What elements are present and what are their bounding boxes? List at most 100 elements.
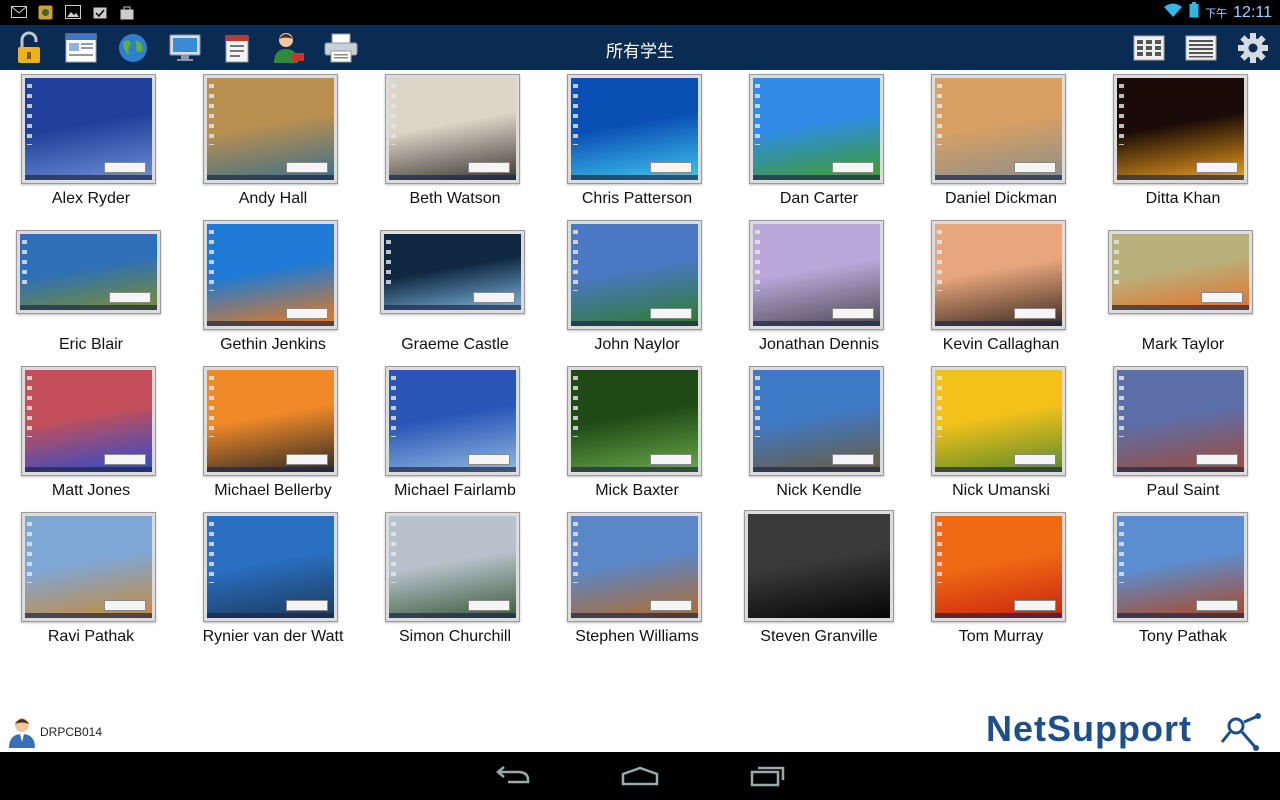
student-tile[interactable]: Alex Ryder [0, 72, 182, 218]
student-tile[interactable]: Beth Watson [364, 72, 546, 218]
student-screen-thumbnail[interactable] [203, 220, 338, 330]
student-screen-thumbnail[interactable] [1108, 230, 1253, 314]
student-tile[interactable]: Eric Blair [0, 218, 182, 364]
battery-icon [1189, 2, 1199, 23]
student-screen-thumbnail[interactable] [931, 366, 1066, 476]
student-tile[interactable]: Rynier van der Watt [182, 510, 364, 656]
student-tile[interactable]: Mick Baxter [546, 364, 728, 510]
student-screen-thumbnail[interactable] [21, 366, 156, 476]
student-tile[interactable]: Ravi Pathak [0, 510, 182, 656]
student-screen-thumbnail[interactable] [16, 230, 161, 314]
user-avatar-icon [9, 718, 35, 748]
print-button[interactable] [322, 29, 360, 67]
status-bar: 下午 12:11 [0, 0, 1280, 25]
student-name: John Naylor [594, 336, 680, 353]
student-screen-thumbnail[interactable] [749, 220, 884, 330]
recent-apps-button[interactable] [738, 760, 798, 792]
student-name: Mick Baxter [595, 482, 679, 499]
student-tile[interactable]: Jonathan Dennis [728, 218, 910, 364]
student-name: Eric Blair [58, 336, 123, 353]
student-tile[interactable]: Ditta Khan [1092, 72, 1274, 218]
student-screen-thumbnail[interactable] [749, 74, 884, 184]
student-screen-thumbnail[interactable] [931, 220, 1066, 330]
student-screen-thumbnail[interactable] [385, 74, 520, 184]
student-screen-thumbnail[interactable] [744, 510, 894, 622]
globe-button[interactable] [114, 29, 152, 67]
app-toolbar: 所有学生 [0, 25, 1280, 70]
system-status: 下午 12:11 [1163, 2, 1272, 23]
student-screen-thumbnail[interactable] [385, 366, 520, 476]
wifi-icon [1163, 2, 1183, 23]
student-tile[interactable]: Steven Granville [728, 510, 910, 656]
student-screen-thumbnail[interactable] [1113, 74, 1248, 184]
lock-button[interactable] [10, 29, 48, 67]
student-tile[interactable]: Tony Pathak [1092, 510, 1274, 656]
student-name: Nick Kendle [776, 482, 862, 499]
student-screen-thumbnail[interactable] [1113, 366, 1248, 476]
list-view-button[interactable] [1182, 29, 1220, 67]
student-tile[interactable]: Stephen Williams [546, 510, 728, 656]
task-icon [91, 4, 108, 20]
student-tile[interactable]: Simon Churchill [364, 510, 546, 656]
student-tile[interactable]: Gethin Jenkins [182, 218, 364, 364]
student-tile[interactable]: Mark Taylor [1092, 218, 1274, 364]
student-screen-thumbnail[interactable] [21, 74, 156, 184]
student-tile[interactable]: Tom Murray [910, 510, 1092, 656]
lock-icon [18, 31, 40, 63]
student-tile[interactable]: Nick Umanski [910, 364, 1092, 510]
system-nav-bar [0, 752, 1280, 800]
thumbnail-view-button[interactable] [1130, 29, 1168, 67]
student-screen-thumbnail[interactable] [567, 366, 702, 476]
current-user[interactable]: DRPCB014 [8, 716, 102, 748]
user-id-label: DRPCB014 [40, 725, 103, 739]
clipboard-button[interactable] [218, 29, 256, 67]
netsupport-logo: NetSupport [986, 708, 1276, 752]
monitor-button[interactable] [166, 29, 204, 67]
clipboard-icon [225, 35, 249, 63]
student-name: Graeme Castle [401, 336, 509, 353]
back-button[interactable] [482, 760, 542, 792]
student-name: Stephen Williams [575, 628, 699, 645]
monitor-icon [169, 34, 201, 61]
student-screen-thumbnail[interactable] [380, 230, 525, 314]
student-screen-thumbnail[interactable] [203, 74, 338, 184]
student-tile[interactable]: John Naylor [546, 218, 728, 364]
student-tile[interactable]: Graeme Castle [364, 218, 546, 364]
student-tile[interactable]: Dan Carter [728, 72, 910, 218]
student-tile[interactable]: Nick Kendle [728, 364, 910, 510]
student-tile[interactable]: Daniel Dickman [910, 72, 1092, 218]
list-view-icon [1185, 35, 1217, 61]
student-tile[interactable]: Chris Patterson [546, 72, 728, 218]
student-screen-thumbnail[interactable] [567, 220, 702, 330]
student-name: Steven Granville [760, 628, 878, 645]
globe-icon [119, 34, 147, 62]
student-name: Jonathan Dennis [758, 336, 880, 353]
student-name: Andy Hall [238, 190, 308, 207]
student-screen-thumbnail[interactable] [749, 366, 884, 476]
home-button[interactable] [610, 760, 670, 792]
student-tile[interactable]: Michael Fairlamb [364, 364, 546, 510]
student-screen-thumbnail[interactable] [203, 512, 338, 622]
student-name: Alex Ryder [51, 190, 131, 207]
student-screen-thumbnail[interactable] [21, 512, 156, 622]
student-screen-thumbnail[interactable] [567, 512, 702, 622]
student-tile[interactable]: Matt Jones [0, 364, 182, 510]
student-tile[interactable]: Andy Hall [182, 72, 364, 218]
toolbar-left-actions [10, 29, 360, 67]
student-screen-thumbnail[interactable] [931, 512, 1066, 622]
settings-button[interactable] [1234, 29, 1272, 67]
student-tile[interactable]: Paul Saint [1092, 364, 1274, 510]
student-name: Mark Taylor [1141, 336, 1225, 353]
user-message-button[interactable] [270, 29, 308, 67]
image-icon [64, 4, 81, 20]
browser-window-button[interactable] [62, 29, 100, 67]
student-tile[interactable]: Kevin Callaghan [910, 218, 1092, 364]
logo-text: NetSupport [986, 708, 1192, 749]
student-screen-thumbnail[interactable] [203, 366, 338, 476]
student-tile[interactable]: Michael Bellerby [182, 364, 364, 510]
student-screen-thumbnail[interactable] [931, 74, 1066, 184]
student-screen-thumbnail[interactable] [385, 512, 520, 622]
student-screen-thumbnail[interactable] [1113, 512, 1248, 622]
student-name: Kevin Callaghan [942, 336, 1060, 353]
student-screen-thumbnail[interactable] [567, 74, 702, 184]
